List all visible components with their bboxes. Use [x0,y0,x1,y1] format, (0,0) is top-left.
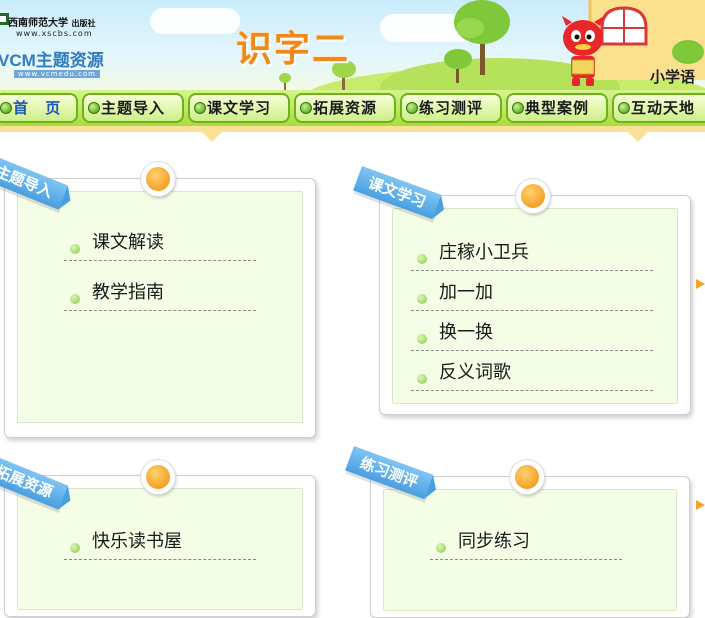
header-banner: 西南师范大学 出版社 www.xscbs.com VCM主题资源 www.vcm… [0,0,705,96]
main-nav: 首 页 主题导入 课文学习 拓展资源 练习测评 典型案例 互动天地 [0,90,705,126]
nav-tab-label: 互动天地 [631,99,696,117]
bullet-dot-icon [0,102,12,114]
nav-tab-label: 首 页 [13,99,67,117]
list-item-label: 课文解读 [92,232,164,253]
list-item-link[interactable]: 庄稼小卫兵 [411,242,653,271]
nav-pointer-icon [200,130,224,142]
bullet-dot-icon [436,543,446,553]
nav-tab-typical-cases[interactable]: 典型案例 [506,93,608,123]
list-item-link[interactable]: 反义词歌 [411,362,653,391]
bullet-dot-icon [70,294,80,304]
bullet-dot-icon [417,294,427,304]
nav-tab-text-study[interactable]: 课文学习 [188,93,290,123]
lesson-title: 识字二 [236,29,351,70]
nav-tab-label: 典型案例 [525,99,590,117]
nav-tab-practice-test[interactable]: 练习测评 [400,93,502,123]
list-item-link[interactable]: 加一加 [411,282,653,311]
arrow-right-icon [696,279,705,289]
bullet-dot-icon [618,102,630,114]
nav-bottom-stripe [0,126,705,132]
list-item-label: 同步练习 [458,531,530,552]
pin-icon [510,460,544,494]
bullet-dot-icon [70,543,80,553]
bullet-dot-icon [512,102,524,114]
nav-tab-extended-resources[interactable]: 拓展资源 [294,93,396,123]
brand-name: VCM主题资源 [0,51,104,70]
bullet-dot-icon [70,244,80,254]
cloud-decoration [150,8,240,34]
bullet-dot-icon [417,254,427,264]
list-item-label: 反义词歌 [439,362,511,383]
bullet-dot-icon [194,102,206,114]
list-item-label: 加一加 [439,282,493,303]
bullet-dot-icon [406,102,418,114]
nav-tab-label: 主题导入 [101,99,166,117]
pin-icon [141,162,175,196]
nav-tab-label: 课文学习 [207,99,272,117]
bullet-dot-icon [417,334,427,344]
bullet-dot-icon [88,102,100,114]
publisher-suffix: 出版社 [71,18,96,28]
bullet-dot-icon [300,102,312,114]
brand-url: www.vcmedu.com [14,70,100,78]
arrow-right-icon [696,500,705,510]
list-item-label: 教学指南 [92,282,164,303]
nav-tab-label: 练习测评 [419,99,484,117]
publisher-name: 西南师范大学 出版社 [8,14,95,29]
pin-icon [516,179,550,213]
subject-label: 小学语 [650,68,696,86]
mascot-icon [562,16,604,86]
publisher-name-text: 西南师范大学 [8,18,68,29]
nav-pointer-icon [626,130,650,142]
publisher-logo[interactable]: 西南师范大学 出版社 www.xscbs.com VCM主题资源 www.vcm… [0,12,128,82]
nav-tab-interactive[interactable]: 互动天地 [612,93,705,123]
bullet-dot-icon [417,374,427,384]
nav-tab-label: 拓展资源 [313,99,378,117]
list-item-label: 庄稼小卫兵 [439,242,529,263]
list-item-link[interactable]: 换一换 [411,322,653,351]
list-item-link[interactable]: 课文解读 [64,232,256,261]
list-item-label: 快乐读书屋 [92,531,182,552]
nav-tab-topic-intro[interactable]: 主题导入 [82,93,184,123]
publisher-url: www.xscbs.com [16,29,93,38]
list-item-link[interactable]: 教学指南 [64,282,256,311]
list-item-link[interactable]: 快乐读书屋 [64,531,256,560]
small-tree-decoration [444,49,472,83]
pin-icon [141,460,175,494]
list-item-label: 换一换 [439,322,493,343]
nav-tab-home[interactable]: 首 页 [0,93,78,123]
list-item-link[interactable]: 同步练习 [430,531,622,560]
